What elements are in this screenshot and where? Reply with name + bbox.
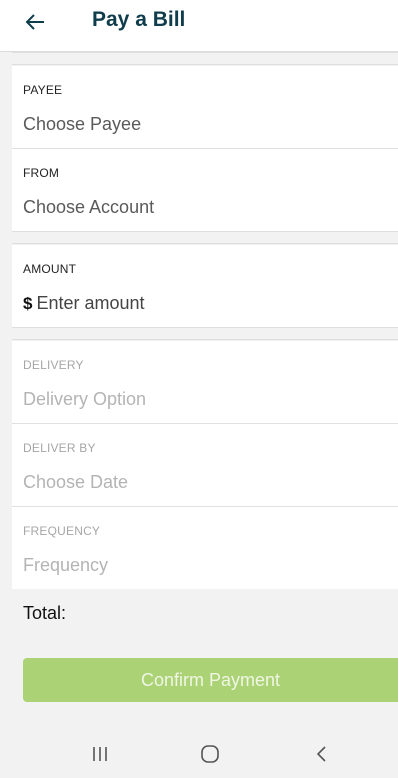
deliver-by-label: DELIVER BY (23, 441, 96, 455)
from-placeholder: Choose Account (23, 197, 155, 217)
recents-button[interactable] (80, 740, 120, 768)
back-button[interactable] (24, 4, 64, 40)
app-screen: Pay a Bill PAYEE Choose Payee FROM Choos… (0, 0, 398, 778)
amount-input[interactable]: $ Enter amount (23, 293, 145, 314)
payee-placeholder: Choose Payee (23, 114, 142, 134)
frequency-field[interactable]: FREQUENCY Frequency (12, 507, 398, 589)
amount-field[interactable]: AMOUNT $ Enter amount (12, 245, 398, 327)
delivery-field[interactable]: DELIVERY Delivery Option (12, 341, 398, 424)
system-back-button[interactable] (302, 740, 342, 768)
payee-field[interactable]: PAYEE Choose Payee (12, 66, 398, 149)
frequency-placeholder: Frequency (23, 555, 109, 575)
recents-icon (93, 747, 107, 761)
total-label: Total: (23, 603, 67, 623)
system-nav-bar (0, 728, 398, 778)
arrow-left-icon (25, 14, 44, 30)
amount-label: AMOUNT (23, 262, 77, 276)
confirm-payment-button[interactable]: Confirm Payment (23, 658, 398, 702)
app-header: Pay a Bill (0, 0, 398, 52)
deliver-by-field[interactable]: DELIVER BY Choose Date (12, 424, 398, 507)
chevron-left-icon (316, 746, 326, 762)
delivery-label: DELIVERY (23, 358, 84, 372)
home-icon (201, 745, 219, 763)
deliver-by-placeholder: Choose Date (23, 472, 129, 492)
section-spacer (12, 52, 398, 65)
from-label: FROM (23, 166, 60, 180)
frequency-label: FREQUENCY (23, 524, 101, 538)
page-title: Pay a Bill (92, 8, 186, 31)
section-spacer (12, 327, 398, 340)
home-button[interactable] (190, 740, 230, 768)
delivery-placeholder: Delivery Option (23, 389, 147, 409)
section-spacer (12, 231, 398, 244)
payee-label: PAYEE (23, 83, 63, 97)
amount-placeholder: Enter amount (36, 293, 145, 313)
currency-symbol: $ (23, 294, 33, 313)
from-account-field[interactable]: FROM Choose Account (12, 149, 398, 231)
